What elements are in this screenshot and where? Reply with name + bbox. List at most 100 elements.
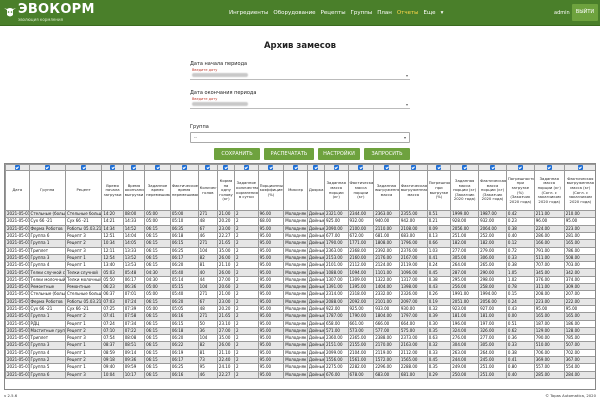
column-header[interactable]: Корма на одну голову (кг) <box>216 170 236 212</box>
table-row[interactable]: 2021-05-01 Группа 4 Рецепт 1 13:40 13:53 06:1… <box>5 261 595 270</box>
table-row[interactable]: 2021-05-01 Группа 1 Рецепт 2 07:41 07:58 06:1… <box>5 312 595 321</box>
checkbox-icon[interactable] <box>358 165 364 170</box>
table-row[interactable]: 2021-05-01 Группа 1 Рецепт 2 10:34 14:05 06:1… <box>5 239 595 248</box>
checkbox-icon[interactable] <box>181 165 187 170</box>
table-row[interactable]: 2021-05-01 Ферма Роботов Роботы 05.03.21 07… <box>5 297 595 306</box>
column-header[interactable]: Рецепт <box>64 170 103 212</box>
column-header[interactable]: Дата <box>5 170 30 212</box>
column-header[interactable]: Погрешность при выгрузке (%) <box>426 170 452 212</box>
checkbox-icon[interactable] <box>243 165 249 170</box>
column-header[interactable]: Заданная масса порции (кг) <box>323 170 349 212</box>
table-cell: 2 <box>234 334 259 343</box>
column-header[interactable]: Время окончания выгрузки <box>122 170 146 212</box>
table-row[interactable]: 2021-05-01Маститные группаРецепт 207:100… <box>5 326 595 336</box>
table-cell: 1808.00 <box>373 239 400 248</box>
table-row[interactable]: 2021-05-01 Триплет Рецепт 3 12:11 13:33 06:15… <box>5 246 595 255</box>
column-header[interactable]: Доярка <box>306 170 325 212</box>
table-row[interactable]: 2021-05-01 Группа 6 Рецепт 3 12:51 14:04 06:1… <box>5 231 595 241</box>
column-header[interactable]: Заданная выгруженная масса <box>373 170 400 212</box>
table-row[interactable]: 2021-05-01 Группа 3 Рецепт 1 08:37 08:51 06:1… <box>5 341 595 350</box>
nav-item[interactable]: Рецепты <box>321 8 346 18</box>
checkbox-icon[interactable] <box>546 165 552 170</box>
checkbox-icon[interactable] <box>333 165 339 170</box>
group-select[interactable]: -- ▾ <box>190 132 410 143</box>
table-row[interactable]: 2021-05-01Стельные (большой группы)Стель… <box>5 290 595 299</box>
table-row[interactable]: 2021-05-01 Группа 5 Рецепт 1 09:40 09:59 06:1… <box>5 363 595 372</box>
checkbox-icon[interactable] <box>577 165 583 170</box>
column-header[interactable]: Миксер <box>283 170 308 212</box>
table-cell: 2332.00 <box>373 290 400 299</box>
checkbox-icon[interactable] <box>462 165 468 170</box>
checkbox-icon[interactable] <box>14 165 20 170</box>
table-cell: 06:15 <box>144 246 171 255</box>
table-row[interactable]: 2021-05-01 Ферма Роботов Роботы 05.03.21 14… <box>5 224 595 234</box>
nav-item[interactable]: Отчеты <box>397 8 419 18</box>
checkbox-icon[interactable] <box>410 165 416 170</box>
table-cell: 0.38 <box>426 275 452 285</box>
checkbox-icon[interactable] <box>81 165 87 170</box>
table-row[interactable]: 2021-05-01 Группа 6 Рецепт 3 10:04 10:17 06:1… <box>5 370 595 379</box>
column-header[interactable]: Порционный коэффициент (%) <box>257 170 285 212</box>
column-header[interactable]: Фактическая выгруженная масса <box>398 170 428 212</box>
request-button[interactable]: ЗАПРОСИТЬ <box>364 148 410 160</box>
column-header[interactable]: Фактическая выгруженная масса (кг) (Согл… <box>563 170 595 212</box>
table-row[interactable]: 2021-05-01 Ремонтные Ремонтные 06:23 06:36 05… <box>5 283 595 292</box>
checkbox-icon[interactable] <box>384 165 390 170</box>
print-button[interactable]: РАСПЕЧАТАТЬ <box>264 148 314 160</box>
checkbox-icon[interactable] <box>268 165 274 170</box>
table-row[interactable]: 2021-05-01Стельные (большой группы)Стель… <box>5 210 595 219</box>
table-cell: 46 <box>197 370 218 379</box>
table-cell: 05:00 <box>144 304 171 314</box>
checkbox-icon[interactable] <box>205 165 211 170</box>
nav-item[interactable]: Ингредиенты <box>229 8 268 18</box>
table-row[interactable]: 2021-05-01Телки случной сезонаТелки случ… <box>5 268 595 277</box>
nav-item[interactable]: Оборудование <box>273 8 315 18</box>
save-button[interactable]: СОХРАНИТЬ <box>214 148 260 160</box>
logo[interactable]: ЭВОКОРМ эволюция кормления <box>3 3 94 23</box>
column-header[interactable]: Заданное время перемешивания <box>144 170 171 212</box>
table-cell: 2021-05-01 <box>5 297 30 306</box>
table-row[interactable]: 2021-05-01 Сух 66 -21 Сух 66 -21 07:25 07:39… <box>5 304 595 314</box>
column-header[interactable]: Фактическое время перемешивания <box>169 170 199 212</box>
logout-button[interactable]: ВЫЙТИ <box>572 4 598 21</box>
checkbox-icon[interactable] <box>293 165 299 170</box>
column-header[interactable]: Группа <box>28 170 66 212</box>
table-cell: 187.00 <box>533 319 565 328</box>
table-cell: Группа 3 <box>28 253 66 263</box>
table-cell: 2 <box>234 231 259 241</box>
column-header[interactable]: Фактическая масса порции (кг) (Заказчик … <box>478 170 507 212</box>
checkbox-icon[interactable] <box>517 165 523 170</box>
table-row[interactable]: 2021-05-01Телки молочный группаТелки мол… <box>5 275 595 285</box>
end-date-input[interactable]: ▾ <box>190 100 410 109</box>
settings-button[interactable]: НАСТРОЙКИ <box>318 148 360 160</box>
column-header[interactable]: Фактическая масса порции (кг) <box>347 170 375 212</box>
table-row[interactable]: 2021-05-01 Группа 2 Рецепт 2 09:18 09:36 06:1… <box>5 356 595 365</box>
nav-item[interactable]: Группы <box>351 8 373 18</box>
table-row[interactable]: 2021-05-01 Группа 4 Рецепт 1 08:59 09:14 06:1… <box>5 348 595 358</box>
table-cell: 23.00 <box>216 224 236 234</box>
table-cell: 05:03 <box>101 268 124 277</box>
table-row[interactable]: 2021-05-01 Сух 66 -21 Сух 66 -21 14:21 14:33… <box>5 217 595 226</box>
checkbox-icon[interactable] <box>44 165 50 170</box>
column-header[interactable]: Заданная масса порции (кг) (Заказчик 202… <box>450 170 480 212</box>
nav-item[interactable]: Еще <box>424 8 436 18</box>
table-row[interactable]: 2021-05-01 Триплет Рецепт 3 07:54 08:08 06:15… <box>5 334 595 343</box>
checkbox-icon[interactable] <box>313 165 319 170</box>
column-header[interactable]: Время начала загрузки <box>101 170 124 212</box>
start-date-input[interactable]: ▾ <box>190 71 410 80</box>
column-header[interactable]: Количество голов <box>197 170 218 212</box>
column-header[interactable]: Заданная масса порции (кг) (Согл. с зака… <box>533 170 565 212</box>
column-header[interactable]: Заданное количество кормления в сутки <box>234 170 259 212</box>
nav-item[interactable]: План <box>377 8 392 18</box>
table-cell: 08:08 <box>122 334 146 343</box>
checkbox-icon[interactable] <box>223 165 229 170</box>
checkbox-icon[interactable] <box>489 165 495 170</box>
table-row[interactable]: 2021-05-01 Группа 3 Рецепт 1 12:54 13:52 06:1… <box>5 253 595 263</box>
checkbox-icon[interactable] <box>110 165 116 170</box>
column-header[interactable]: Погрешность при загрузке (%) (Заказчик 2… <box>505 170 535 212</box>
table-cell: 1101.00 <box>373 268 400 277</box>
checkbox-icon[interactable] <box>436 165 442 170</box>
checkbox-icon[interactable] <box>131 165 137 170</box>
table-row[interactable]: 2021-05-01 РДЦ Рецепт 1 07:24 07:34 06:15 06:1… <box>5 319 595 328</box>
checkbox-icon[interactable] <box>154 165 160 170</box>
